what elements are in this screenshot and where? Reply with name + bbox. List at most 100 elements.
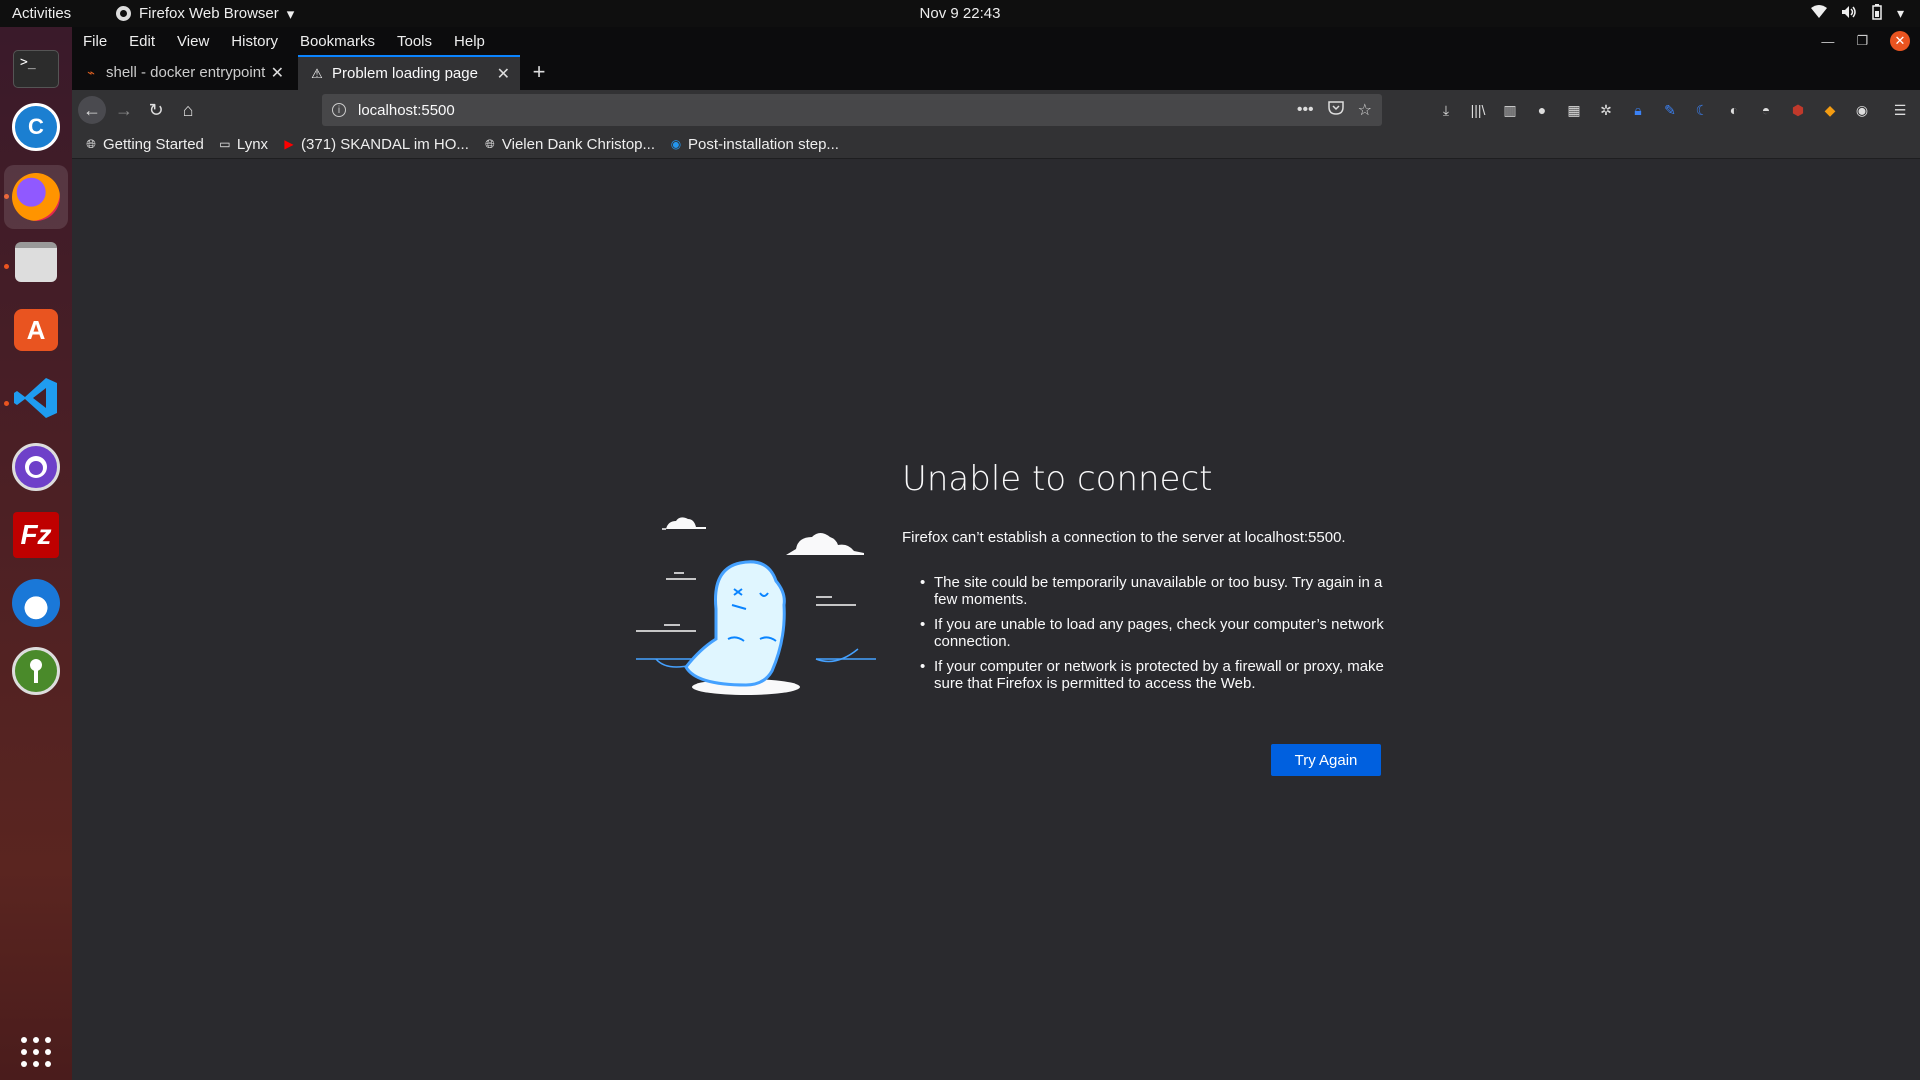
bookmark-label: Post-installation step...: [688, 135, 839, 153]
ublock-origin-icon[interactable]: ⬢: [1788, 100, 1808, 120]
bookmark-label: Vielen Dank Christop...: [501, 135, 656, 153]
app-grid-icon: [21, 1037, 51, 1067]
page-content: Unable to connect Firefox can’t establis…: [72, 159, 1920, 1080]
tab-problem-loading[interactable]: ⚠ Problem loading page ✕: [298, 55, 520, 90]
downloads-icon[interactable]: ⤓: [1436, 100, 1456, 120]
sidebar-icon[interactable]: ▥: [1500, 100, 1520, 120]
menu-file[interactable]: File: [83, 33, 107, 50]
filezilla-launcher[interactable]: Fz: [11, 510, 61, 560]
tab-title: Problem loading page: [332, 65, 478, 82]
toolbar-extensions: ⤓ |||\ ▥ ● ▦ ✲ 🔒︎ ✎ ☾ ◐ ◓ ⬢ ◆ ◉ ☰: [1436, 90, 1910, 130]
suggestion-item: If you are unable to load any pages, che…: [920, 616, 1400, 650]
error-title: Unable to connect: [902, 459, 1213, 499]
bookmark-label: Getting Started: [103, 135, 204, 153]
menu-history[interactable]: History: [231, 33, 278, 50]
extension-lock-icon[interactable]: 🔒︎: [1628, 100, 1648, 120]
terminal-icon: >_: [13, 50, 59, 88]
wifi-icon: [1810, 5, 1827, 22]
new-tab-button[interactable]: +: [527, 59, 551, 84]
url-text[interactable]: localhost:5500: [358, 102, 455, 119]
home-button[interactable]: ⌂: [176, 98, 200, 122]
back-button[interactable]: ←: [78, 96, 106, 124]
menu-tools[interactable]: Tools: [397, 33, 432, 50]
app-center-launcher[interactable]: A: [11, 305, 61, 355]
menu-help[interactable]: Help: [454, 33, 485, 50]
page-actions-menu-icon[interactable]: •••: [1297, 101, 1314, 119]
globe-icon: 🌐︎: [86, 136, 96, 151]
tab-bar: ⌁ shell - docker entrypoint ✕ ⚠ Problem …: [72, 55, 1920, 90]
extension-grid-icon[interactable]: ▦: [1564, 100, 1584, 120]
bookmark-label: (371) SKANDAL im HO...: [301, 135, 469, 153]
extension-orange-icon[interactable]: ◆: [1820, 100, 1840, 120]
extension-mask-icon[interactable]: ◓: [1756, 100, 1776, 120]
github-desktop-launcher[interactable]: [11, 442, 61, 492]
window-controls: — ❐ ✕: [1821, 27, 1920, 55]
warning-icon: ⚠: [311, 65, 323, 81]
error-dinosaur-illustration: [636, 517, 876, 695]
github-icon: [12, 443, 60, 491]
firefox-launcher[interactable]: [4, 165, 68, 229]
library-icon[interactable]: |||\: [1468, 100, 1488, 120]
ubuntu-dock: >_ C A Fz: [0, 27, 72, 1080]
reload-button[interactable]: ↻: [144, 98, 168, 122]
tab-shell-docker[interactable]: ⌁ shell - docker entrypoint ✕: [72, 55, 294, 90]
system-tray[interactable]: ▾: [1810, 0, 1904, 27]
running-indicator: [4, 264, 9, 269]
youtube-icon: ▶: [284, 137, 294, 151]
vscode-launcher[interactable]: [11, 373, 61, 423]
account-icon[interactable]: ●: [1532, 100, 1552, 120]
volume-icon: [1841, 5, 1857, 22]
navigation-toolbar: ← → ↻ ⌂ i localhost:5500 ••• ☆ ⤓ |||\ ▥ …: [72, 90, 1920, 130]
extension-shield-icon[interactable]: ◐: [1724, 100, 1744, 120]
firefox-icon: [12, 173, 60, 221]
tab-close-button[interactable]: ✕: [497, 64, 510, 84]
close-window-button[interactable]: ✕: [1890, 31, 1910, 51]
show-applications-button[interactable]: [11, 1027, 61, 1077]
menu-bookmarks[interactable]: Bookmarks: [300, 33, 375, 50]
files-icon: [15, 242, 57, 282]
ccleaner-icon: C: [12, 103, 60, 151]
bookmark-getting-started[interactable]: 🌐︎ Getting Started: [84, 136, 204, 153]
suggestion-item: If your computer or network is protected…: [920, 658, 1400, 692]
keepassxc-launcher[interactable]: [11, 646, 61, 696]
menu-edit[interactable]: Edit: [129, 33, 155, 50]
bookmark-vielen-dank[interactable]: 🌐︎ Vielen Dank Christop...: [483, 136, 655, 153]
terminal-tab-icon: ⌁: [87, 64, 95, 80]
ccleaner-launcher[interactable]: C: [11, 102, 61, 152]
extension-translate-icon[interactable]: ✎: [1660, 100, 1680, 120]
bookmark-youtube[interactable]: ▶ (371) SKANDAL im HO...: [282, 135, 469, 153]
restore-button[interactable]: ❐: [1856, 33, 1868, 49]
keepassxc-icon: [12, 647, 60, 695]
activities-button[interactable]: Activities: [12, 5, 92, 22]
thunderbird-icon: [12, 579, 60, 627]
app-center-icon: A: [14, 309, 58, 351]
try-again-button[interactable]: Try Again: [1271, 744, 1381, 776]
battery-icon: [1871, 4, 1883, 23]
github-extension-icon[interactable]: ◉: [1852, 100, 1872, 120]
app-menu[interactable]: Firefox Web Browser ▾: [116, 5, 294, 23]
error-description: Firefox can’t establish a connection to …: [902, 529, 1346, 546]
filezilla-icon: Fz: [13, 512, 59, 558]
extension-gear-icon[interactable]: ✲: [1596, 100, 1616, 120]
folder-icon: ▭: [219, 137, 231, 151]
hamburger-menu-icon[interactable]: ☰: [1890, 100, 1910, 120]
pocket-icon[interactable]: [1327, 100, 1344, 120]
minimize-button[interactable]: —: [1821, 34, 1834, 49]
files-launcher[interactable]: [11, 237, 61, 287]
app-menu-label: Firefox Web Browser: [139, 5, 279, 22]
system-menu-arrow-icon: ▾: [1896, 5, 1904, 21]
bookmark-star-icon[interactable]: ☆: [1358, 100, 1372, 120]
thunderbird-launcher[interactable]: [11, 578, 61, 628]
forward-button[interactable]: →: [112, 98, 136, 122]
error-suggestions-list: The site could be temporarily unavailabl…: [920, 574, 1400, 700]
bookmarks-toolbar: 🌐︎ Getting Started ▭ Lynx ▶ (371) SKANDA…: [72, 130, 1920, 159]
vscode-icon: [14, 378, 57, 418]
bookmark-folder-lynx[interactable]: ▭ Lynx: [218, 136, 268, 153]
menu-view[interactable]: View: [177, 33, 209, 50]
bookmark-post-installation[interactable]: ◉ Post-installation step...: [669, 136, 839, 153]
terminal-launcher[interactable]: >_: [11, 44, 61, 94]
extension-moon-icon[interactable]: ☾: [1692, 100, 1712, 120]
site-info-icon[interactable]: i: [332, 103, 346, 117]
url-bar[interactable]: i localhost:5500 ••• ☆: [322, 94, 1382, 126]
tab-close-button[interactable]: ✕: [271, 63, 284, 83]
